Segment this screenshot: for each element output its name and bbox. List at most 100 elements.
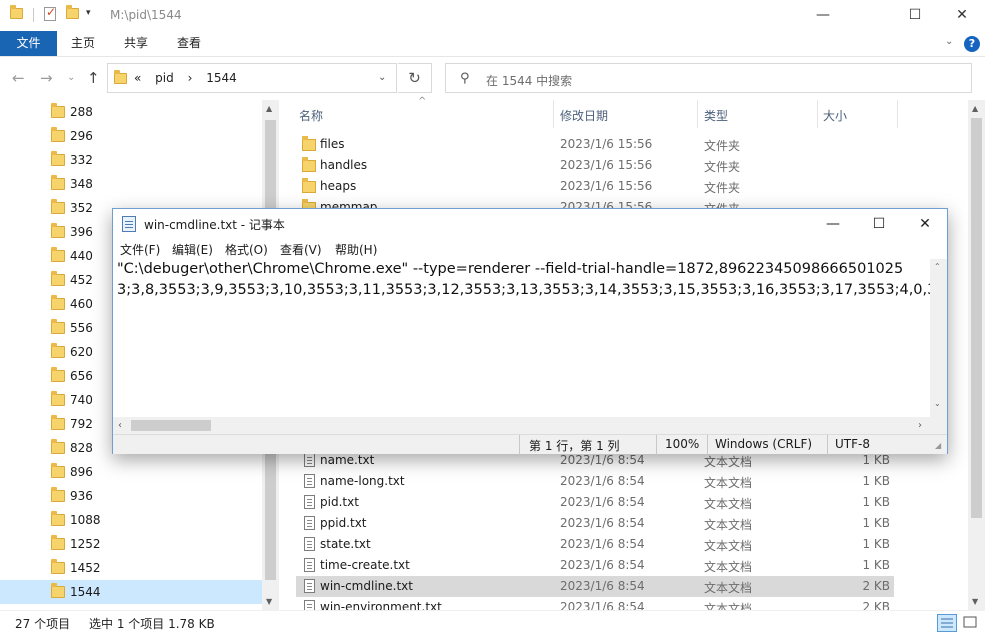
sidebar-item-1544[interactable]: 1544 — [0, 580, 262, 604]
scroll-right-icon[interactable]: › — [918, 420, 922, 431]
customize-quick-access-icon[interactable]: ▾ — [86, 8, 91, 18]
tab-view[interactable]: 查看 — [177, 31, 201, 56]
tab-share[interactable]: 共享 — [124, 31, 148, 56]
file-type: 文本文档 — [704, 539, 753, 553]
menu-format[interactable]: 格式(O) — [225, 241, 268, 258]
folder-icon — [51, 247, 65, 262]
tab-file[interactable]: 文件 — [0, 31, 57, 56]
recent-locations-icon[interactable]: ⌄ — [67, 72, 75, 83]
breadcrumb-separator[interactable]: › — [188, 71, 193, 85]
tab-home[interactable]: 主页 — [71, 31, 95, 56]
sidebar-item-label: 352 — [70, 201, 93, 215]
file-type: 文本文档 — [704, 518, 753, 532]
scroll-down-icon[interactable]: ▼ — [972, 597, 978, 606]
scroll-left-icon[interactable]: ‹ — [118, 420, 122, 431]
menu-file[interactable]: 文件(F) — [120, 241, 160, 258]
forward-arrow-icon[interactable]: → — [40, 69, 53, 87]
new-folder-icon[interactable] — [66, 5, 79, 19]
sidebar-item-348[interactable]: 348 — [0, 172, 262, 196]
search-icon: ⚲ — [460, 71, 470, 86]
breadcrumb-overflow[interactable]: « — [134, 71, 141, 85]
sidebar-item-1452[interactable]: 1452 — [0, 556, 262, 580]
help-icon[interactable]: ? — [964, 36, 980, 52]
maximize-icon[interactable]: ☐ — [856, 209, 902, 239]
notepad-horizontal-scrollbar[interactable]: ‹ › — [113, 417, 930, 434]
scrollbar-corner — [930, 417, 947, 434]
column-divider[interactable] — [553, 100, 554, 128]
table-row[interactable]: state.txt 2023/1/6 8:54 文本文档 1 KB — [296, 534, 894, 555]
file-list-scroll-thumb[interactable] — [971, 118, 982, 518]
sidebar-item-label: 620 — [70, 345, 93, 359]
file-size: 1 KB — [862, 558, 890, 572]
notepad-window[interactable]: win-cmdline.txt - 记事本 — ☐ ✕ 文件(F) 编辑(E) … — [112, 208, 948, 455]
table-row[interactable]: handles 2023/1/6 15:56 文件夹 — [296, 155, 894, 176]
folder-icon — [51, 439, 65, 454]
folder-icon — [51, 535, 65, 550]
scroll-up-icon[interactable]: ⌃ — [934, 262, 941, 271]
breadcrumb-pid[interactable]: pid — [155, 71, 174, 85]
properties-icon[interactable] — [44, 5, 56, 21]
folder-icon — [51, 559, 65, 574]
notepad-text-area[interactable]: "C:\debuger\other\Chrome\Chrome.exe" --t… — [113, 259, 930, 424]
quick-access-separator — [33, 8, 34, 22]
column-name[interactable]: 名称 — [299, 107, 323, 124]
column-divider[interactable] — [697, 100, 698, 128]
sidebar-item-936[interactable]: 936 — [0, 484, 262, 508]
back-arrow-icon[interactable]: ← — [12, 69, 25, 87]
notepad-titlebar[interactable]: win-cmdline.txt - 记事本 — ☐ ✕ — [113, 209, 947, 239]
sidebar-item-1252[interactable]: 1252 — [0, 532, 262, 556]
scroll-down-icon[interactable]: ⌄ — [934, 399, 941, 408]
folder-icon — [302, 136, 316, 151]
column-divider[interactable] — [897, 100, 898, 128]
folder-icon[interactable] — [10, 5, 23, 19]
scroll-up-icon[interactable]: ▲ — [972, 104, 978, 113]
horizontal-scroll-thumb[interactable] — [131, 420, 211, 431]
table-row[interactable]: win-cmdline.txt 2023/1/6 8:54 文本文档 2 KB — [296, 576, 894, 597]
large-icons-view-icon[interactable] — [961, 614, 981, 632]
refresh-icon[interactable]: ↻ — [398, 63, 432, 93]
sidebar-item-label: 1544 — [70, 585, 101, 599]
resize-grip-icon[interactable]: ◢ — [935, 441, 941, 450]
sidebar-item-896[interactable]: 896 — [0, 460, 262, 484]
address-bar[interactable]: « pid › 1544 ⌄ — [107, 63, 397, 93]
breadcrumb-1544[interactable]: 1544 — [206, 71, 237, 85]
text-line-2: 3;3,8,3553;3,9,3553;3,10,3553;3,11,3553;… — [117, 282, 930, 298]
close-icon[interactable]: ✕ — [902, 209, 948, 239]
table-row[interactable]: ppid.txt 2023/1/6 8:54 文本文档 1 KB — [296, 513, 894, 534]
table-row[interactable]: pid.txt 2023/1/6 8:54 文本文档 1 KB — [296, 492, 894, 513]
text-file-icon — [304, 558, 315, 572]
file-list-scrollbar[interactable]: ▲ ▼ — [968, 100, 985, 610]
minimize-icon[interactable]: — — [800, 0, 846, 31]
sidebar-item-296[interactable]: 296 — [0, 124, 262, 148]
details-view-icon[interactable] — [937, 614, 957, 632]
sidebar-item-label: 296 — [70, 129, 93, 143]
sidebar-item-288[interactable]: 288 — [0, 100, 262, 124]
sidebar-item-1088[interactable]: 1088 — [0, 508, 262, 532]
menu-edit[interactable]: 编辑(E) — [172, 241, 213, 258]
menu-view[interactable]: 查看(V) — [280, 241, 322, 258]
address-dropdown-icon[interactable]: ⌄ — [378, 72, 386, 83]
expand-ribbon-icon[interactable]: ⌄ — [945, 36, 953, 47]
folder-icon — [51, 319, 65, 334]
notepad-vertical-scrollbar[interactable]: ⌃ ⌄ — [930, 259, 947, 417]
table-row[interactable]: time-create.txt 2023/1/6 8:54 文本文档 1 KB — [296, 555, 894, 576]
table-row[interactable]: heaps 2023/1/6 15:56 文件夹 — [296, 176, 894, 197]
text-file-icon — [304, 453, 315, 467]
column-date[interactable]: 修改日期 — [560, 107, 608, 124]
scroll-up-icon[interactable]: ▲ — [266, 104, 272, 113]
column-divider[interactable] — [817, 100, 818, 128]
column-type[interactable]: 类型 — [704, 107, 728, 124]
maximize-icon[interactable]: ☐ — [892, 0, 938, 31]
file-type: 文件夹 — [704, 181, 741, 195]
table-row[interactable]: files 2023/1/6 15:56 文件夹 — [296, 134, 894, 155]
table-row[interactable]: name-long.txt 2023/1/6 8:54 文本文档 1 KB — [296, 471, 894, 492]
search-input[interactable]: ⚲ 在 1544 中搜索 — [445, 63, 972, 93]
up-arrow-icon[interactable]: ↑ — [87, 69, 100, 87]
sidebar-item-332[interactable]: 332 — [0, 148, 262, 172]
column-size[interactable]: 大小 — [823, 107, 847, 124]
minimize-icon[interactable]: — — [810, 209, 856, 239]
menu-help[interactable]: 帮助(H) — [335, 241, 377, 258]
scroll-down-icon[interactable]: ▼ — [266, 597, 272, 606]
close-icon[interactable]: ✕ — [939, 0, 985, 31]
explorer-titlebar: ▾ M:\pid\1544 — ☐ ✕ — [0, 0, 985, 31]
